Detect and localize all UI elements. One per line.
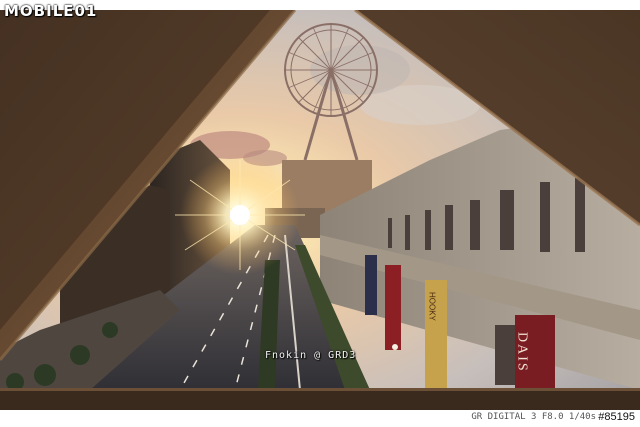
sun xyxy=(230,205,250,225)
street-light xyxy=(392,344,398,350)
banner-dark xyxy=(365,255,377,315)
sunset-photo: DAIS HOOKY Fnokin @ GRD3 xyxy=(0,10,640,410)
camera-exif-info: GR DIGITAL 3 F8.0 1/40s xyxy=(471,412,596,422)
banner-yellow-text: HOOKY xyxy=(428,292,437,322)
rail-highlight xyxy=(0,388,640,391)
mobile01-logo: MOBILE01 xyxy=(4,2,98,20)
banner-dais-text: DAIS xyxy=(515,332,530,373)
wooden-rail-bottom xyxy=(0,388,640,410)
post-number: #85195 xyxy=(598,411,635,423)
photo-watermark: Fnokin @ GRD3 xyxy=(265,350,357,361)
photo-frame: DAIS HOOKY Fnokin @ GRD3 MOBILE01 GR DIG… xyxy=(0,0,640,427)
photo-footer: GR DIGITAL 3 F8.0 1/40s #85195 xyxy=(0,410,640,427)
banner-red xyxy=(385,265,401,350)
